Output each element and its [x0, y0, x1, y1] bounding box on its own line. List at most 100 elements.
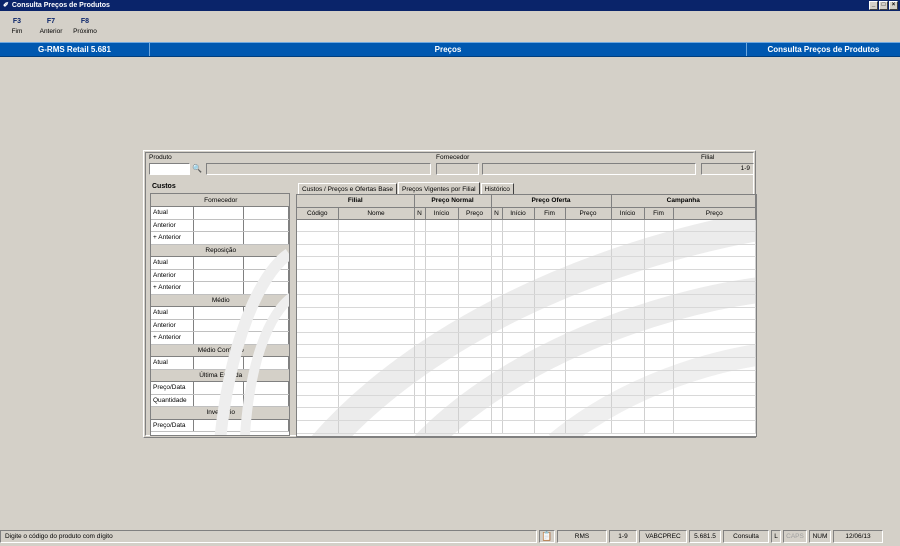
table-row[interactable]	[297, 281, 756, 296]
fornecedor-codigo-field	[436, 163, 479, 175]
table-cell	[425, 420, 459, 434]
table-cell	[611, 382, 645, 396]
table-row[interactable]	[297, 269, 756, 283]
table-row[interactable]	[297, 244, 756, 258]
table-cell	[534, 256, 566, 270]
table-cell	[491, 294, 503, 308]
custos-value-cell	[193, 269, 244, 282]
custos-row: Preço/Data	[151, 381, 289, 395]
status-mode: Consulta	[723, 530, 769, 543]
table-cell	[644, 307, 674, 321]
column-header[interactable]: Código	[297, 207, 339, 220]
module-title: Preços	[150, 43, 747, 56]
custos-title: Custos	[152, 183, 176, 190]
table-row[interactable]	[297, 344, 756, 359]
table-cell	[534, 332, 566, 346]
table-cell	[565, 357, 612, 371]
table-row[interactable]	[297, 382, 756, 396]
table-cell	[414, 307, 426, 321]
table-row[interactable]	[297, 357, 756, 371]
fornecedor-label: Fornecedor	[436, 154, 470, 161]
table-cell	[425, 244, 459, 258]
table-cell	[458, 307, 492, 321]
close-button[interactable]: ×	[889, 1, 898, 10]
custos-row-label: Atual	[151, 256, 194, 270]
custos-value-cell	[243, 231, 289, 245]
table-row[interactable]	[297, 395, 756, 409]
status-filial: 1-9	[609, 530, 637, 543]
custos-row-label: Anterior	[151, 319, 194, 332]
table-cell	[491, 420, 503, 434]
restore-button[interactable]: □	[879, 1, 888, 10]
fkey-proximo-button[interactable]: F8 Próximo	[68, 14, 102, 40]
table-cell	[297, 231, 339, 245]
table-row[interactable]	[297, 319, 756, 333]
column-header[interactable]: Preço	[458, 207, 492, 220]
minimize-button[interactable]: _	[869, 1, 878, 10]
column-header[interactable]: Fim	[644, 207, 674, 220]
table-cell	[491, 231, 503, 245]
table-cell	[673, 382, 756, 396]
column-header[interactable]: Início	[502, 207, 535, 220]
custos-row: Anterior	[151, 319, 289, 332]
column-header[interactable]: Nome	[338, 207, 415, 220]
table-cell	[673, 344, 756, 359]
status-program: VABCPREC	[639, 530, 687, 543]
function-key-bar: F3 Fim F7 Anterior F8 Próximo	[0, 14, 102, 40]
table-cell	[425, 382, 459, 396]
produto-input[interactable]	[149, 163, 190, 175]
table-cell	[502, 281, 535, 296]
table-cell	[565, 219, 612, 233]
precos-grid: Filial Preço Normal Preço Oferta Campanh…	[296, 194, 757, 437]
table-row[interactable]	[297, 256, 756, 270]
custos-value-cell	[243, 419, 289, 432]
table-cell	[611, 244, 645, 258]
table-cell	[491, 281, 503, 296]
table-cell	[338, 357, 415, 371]
table-cell	[534, 307, 566, 321]
table-cell	[297, 420, 339, 434]
table-cell	[338, 269, 415, 283]
table-cell	[502, 332, 535, 346]
binoculars-search-icon[interactable]: 🔍	[192, 164, 202, 174]
table-row[interactable]	[297, 370, 756, 384]
custos-row: Preço/Data	[151, 419, 289, 432]
fkey-anterior-button[interactable]: F7 Anterior	[34, 14, 68, 40]
table-row[interactable]	[297, 407, 756, 421]
main-panel: Produto 🔍 Fornecedor Filial 1-9 Custos F…	[143, 150, 757, 438]
table-row[interactable]	[297, 420, 756, 434]
table-cell	[491, 395, 503, 409]
column-header[interactable]: N	[491, 207, 503, 220]
column-header[interactable]: Preço	[565, 207, 612, 220]
column-header[interactable]: Fim	[534, 207, 566, 220]
column-header[interactable]: N	[414, 207, 426, 220]
table-cell	[414, 344, 426, 359]
column-header[interactable]: Preço	[673, 207, 756, 220]
table-row[interactable]	[297, 332, 756, 346]
table-row[interactable]	[297, 231, 756, 245]
column-header[interactable]: Início	[425, 207, 459, 220]
fkey-fim-button[interactable]: F3 Fim	[0, 14, 34, 40]
table-cell	[414, 370, 426, 384]
table-cell	[338, 307, 415, 321]
table-cell	[458, 319, 492, 333]
table-cell	[673, 407, 756, 421]
table-cell	[338, 281, 415, 296]
table-cell	[491, 332, 503, 346]
table-cell	[534, 420, 566, 434]
custos-value-cell	[193, 381, 244, 395]
custos-row-label: Atual	[151, 306, 194, 320]
status-date: 12/06/13	[833, 530, 883, 543]
table-cell	[565, 244, 612, 258]
table-row[interactable]	[297, 307, 756, 321]
table-cell	[502, 420, 535, 434]
table-cell	[297, 332, 339, 346]
table-cell	[425, 281, 459, 296]
column-header[interactable]: Início	[611, 207, 645, 220]
table-row[interactable]	[297, 294, 756, 308]
group-preco-normal-header: Preço Normal	[414, 195, 492, 208]
custos-value-cell	[193, 231, 244, 245]
table-row[interactable]	[297, 219, 756, 233]
table-cell	[565, 256, 612, 270]
table-cell	[644, 319, 674, 333]
